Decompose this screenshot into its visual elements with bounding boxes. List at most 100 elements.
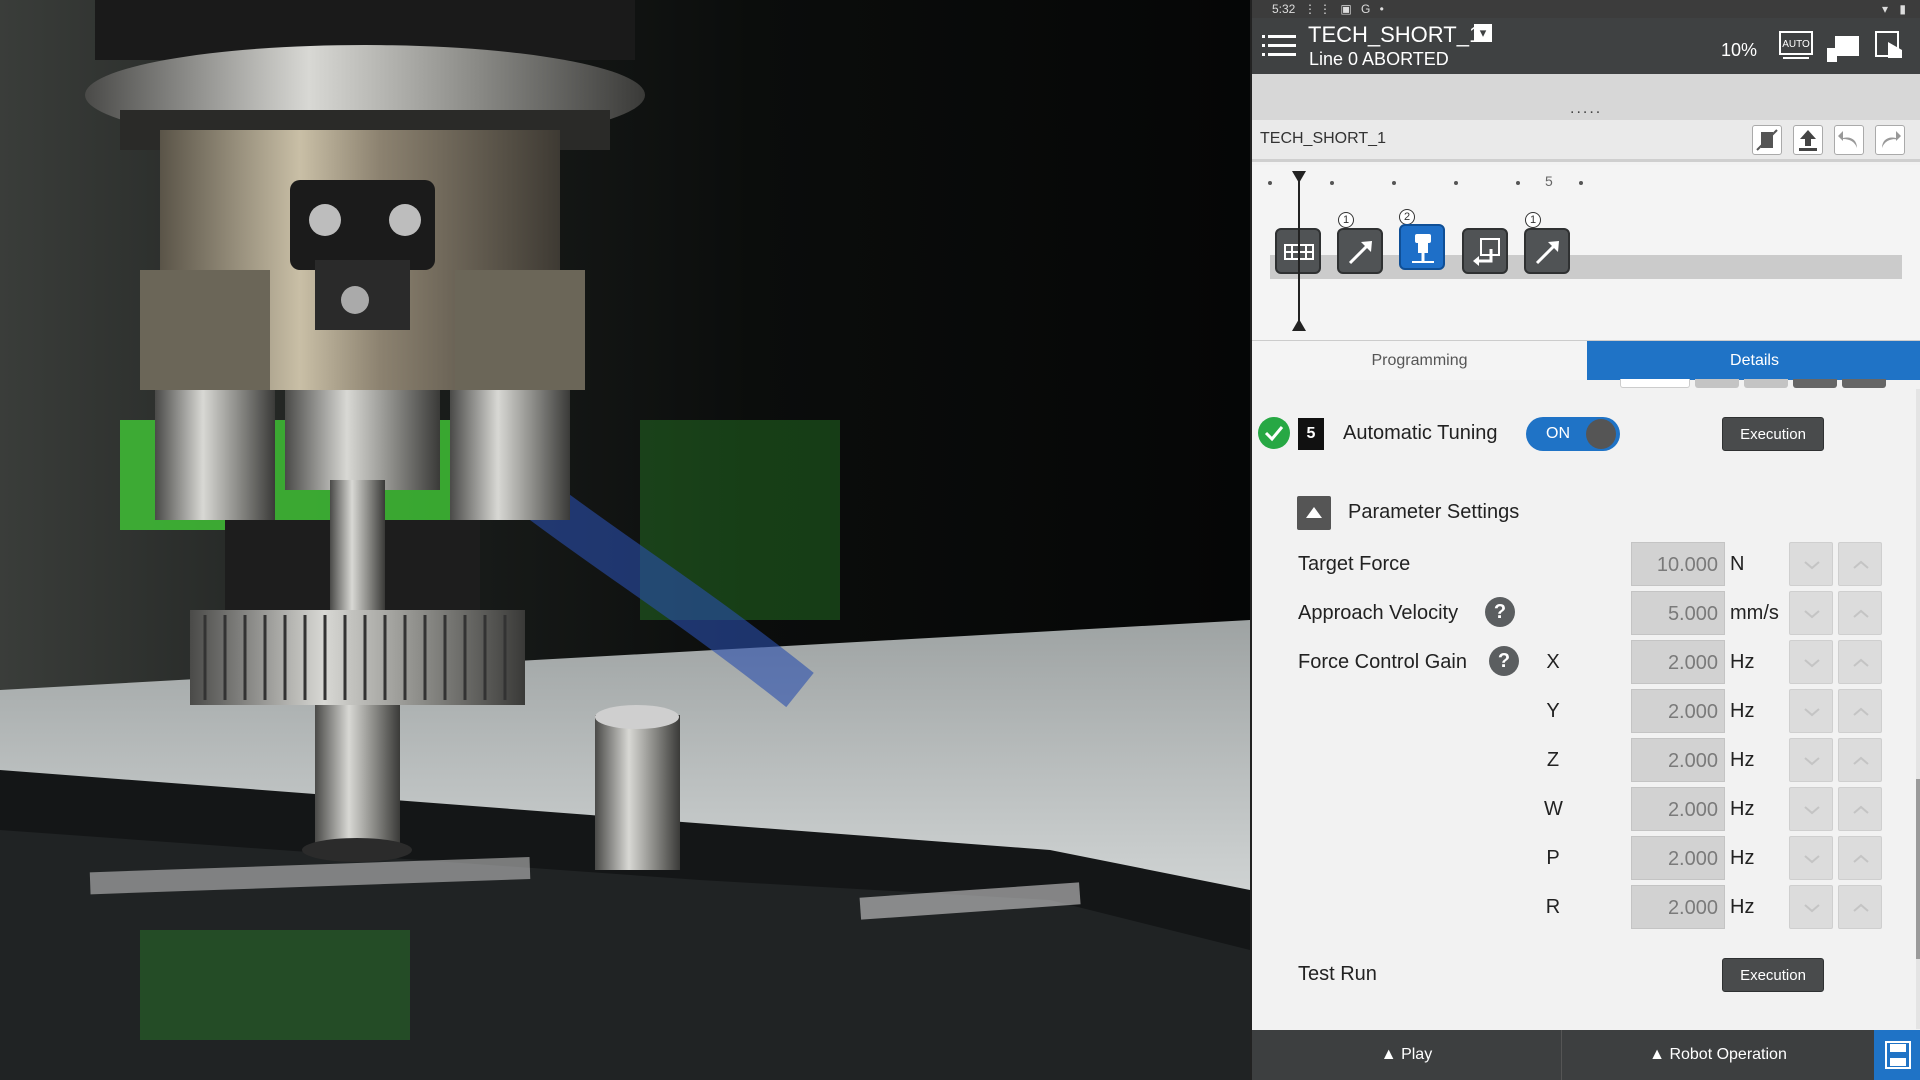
menu-icon[interactable] [1260,26,1300,66]
chevron-up-icon [1853,609,1869,618]
play-button[interactable]: ▲ Play [1252,1030,1562,1080]
undo-icon[interactable] [1834,125,1864,155]
approach-velocity-field[interactable]: 5.000 [1631,591,1725,635]
increment-button[interactable] [1838,787,1882,831]
timeline-dot [1516,181,1520,185]
target-force-unit: N [1730,553,1745,575]
linear-move-icon [1535,241,1559,265]
decrement-button[interactable] [1789,591,1833,635]
decrement-button[interactable] [1789,836,1833,880]
insert-return-icon [1473,238,1500,266]
program-title[interactable]: TECH_SHORT_1 [1308,22,1481,48]
sub-tab[interactable] [1842,379,1886,388]
collapse-icon[interactable] [1297,496,1331,530]
gain-p-field[interactable]: 2.000 [1631,836,1725,880]
timeline-cursor-top-handle[interactable] [1292,171,1306,183]
timeline-cursor[interactable] [1298,175,1300,327]
timeline-node-force-control[interactable] [1399,224,1445,270]
gain-w-field[interactable]: 2.000 [1631,787,1725,831]
timeline-dot [1392,181,1396,185]
gain-axis-label: P [1546,847,1560,869]
toggle-knob[interactable] [1586,419,1616,449]
chevron-down-icon [1804,708,1820,717]
details-scrollbar[interactable] [1916,389,1920,1029]
timeline-dot [1454,181,1458,185]
increment-button[interactable] [1838,738,1882,782]
gain-z-field[interactable]: 2.000 [1631,738,1725,782]
timeline-node-linear-move[interactable] [1524,228,1570,274]
timeline-node-linear-move[interactable] [1337,228,1383,274]
automatic-tuning-toggle[interactable]: ON [1526,417,1620,451]
teach-pendant-icon[interactable] [1825,28,1863,64]
approach-velocity-unit: mm/s [1730,602,1779,624]
gain-x-field[interactable]: 2.000 [1631,640,1725,684]
gain-unit: Hz [1730,798,1755,820]
decrement-button[interactable] [1789,885,1833,929]
sub-tab[interactable] [1744,379,1788,388]
help-icon[interactable]: ? [1489,646,1519,676]
speed-override[interactable]: 10% [1721,40,1757,61]
no-touch-icon[interactable] [1752,125,1782,155]
gain-y-field[interactable]: 2.000 [1631,689,1725,733]
chevron-down-icon [1804,855,1820,864]
auto-mode-icon[interactable]: AUTO [1777,28,1815,64]
tab-programming[interactable]: Programming [1252,341,1587,380]
app-header: TECH_SHORT_1 ▾ Line 0 ABORTED 10% AUTO [1252,18,1920,74]
gripper-photo-illustration [0,0,1250,1080]
target-force-field[interactable]: 10.000 [1631,542,1725,586]
timeline-cursor-bottom-handle[interactable] [1292,319,1306,331]
decrement-button[interactable] [1789,738,1833,782]
sub-tab[interactable] [1793,379,1837,388]
step-number: 5 [1298,418,1324,450]
chevron-up-icon [1853,560,1869,569]
gain-r-field[interactable]: 2.000 [1631,885,1725,929]
sub-tab[interactable] [1695,379,1739,388]
touch-hand-icon[interactable] [1872,28,1910,64]
auto-tuning-execution-button[interactable]: Execution [1722,417,1824,451]
decrement-button[interactable] [1789,640,1833,684]
scroll-thumb[interactable] [1916,779,1920,959]
automatic-tuning-label: Automatic Tuning [1343,422,1498,444]
help-icon[interactable]: ? [1485,597,1515,627]
drag-handle[interactable]: ..... [1570,100,1602,118]
increment-button[interactable] [1838,591,1882,635]
gain-axis-label: Y [1546,700,1560,722]
redo-icon[interactable] [1875,125,1905,155]
decrement-button[interactable] [1789,542,1833,586]
chevron-up-icon [1853,805,1869,814]
chevron-up-icon [1853,756,1869,765]
chevron-up-icon [1853,658,1869,667]
chevron-up-icon [1853,903,1869,912]
target-force-label: Target Force [1298,553,1411,575]
screen: 5:32 ⋮⋮ ▣ G • ▾ ▮ TECH_SHORT_1 ▾ Line 0 … [0,0,1920,1080]
increment-button[interactable] [1838,542,1882,586]
details-panel: 5 Automatic Tuning ON Execution Paramete… [1252,389,1920,1029]
panel-drag-area[interactable]: ..... [1252,74,1920,120]
upload-icon[interactable] [1793,125,1823,155]
node-badge: 1 [1525,212,1541,228]
sub-tab[interactable] [1620,379,1690,388]
increment-button[interactable] [1838,836,1882,880]
system-status-bar: 5:32 ⋮⋮ ▣ G • ▾ ▮ [1252,0,1920,18]
gain-unit: Hz [1730,700,1755,722]
toggle-state: ON [1546,425,1570,442]
svg-text:AUTO: AUTO [1782,39,1810,50]
increment-button[interactable] [1838,640,1882,684]
program-timeline[interactable]: 5 1 2 1 [1252,165,1920,340]
test-run-execution-button[interactable]: Execution [1722,958,1824,992]
chevron-down-icon [1804,757,1820,766]
tab-details[interactable]: Details [1587,341,1920,380]
parameter-settings-label: Parameter Settings [1348,501,1520,523]
increment-button[interactable] [1838,885,1882,929]
robot-operation-button[interactable]: ▲ Robot Operation [1563,1030,1873,1080]
chevron-up-icon [1853,707,1869,716]
check-icon [1258,417,1290,449]
linear-move-icon [1348,241,1372,265]
decrement-button[interactable] [1789,689,1833,733]
save-icon[interactable] [1874,1030,1920,1080]
increment-button[interactable] [1838,689,1882,733]
program-dropdown-icon[interactable]: ▾ [1474,24,1492,42]
timeline-node-insert-return[interactable] [1462,228,1508,274]
decrement-button[interactable] [1789,787,1833,831]
gain-axis-label: W [1544,798,1563,820]
